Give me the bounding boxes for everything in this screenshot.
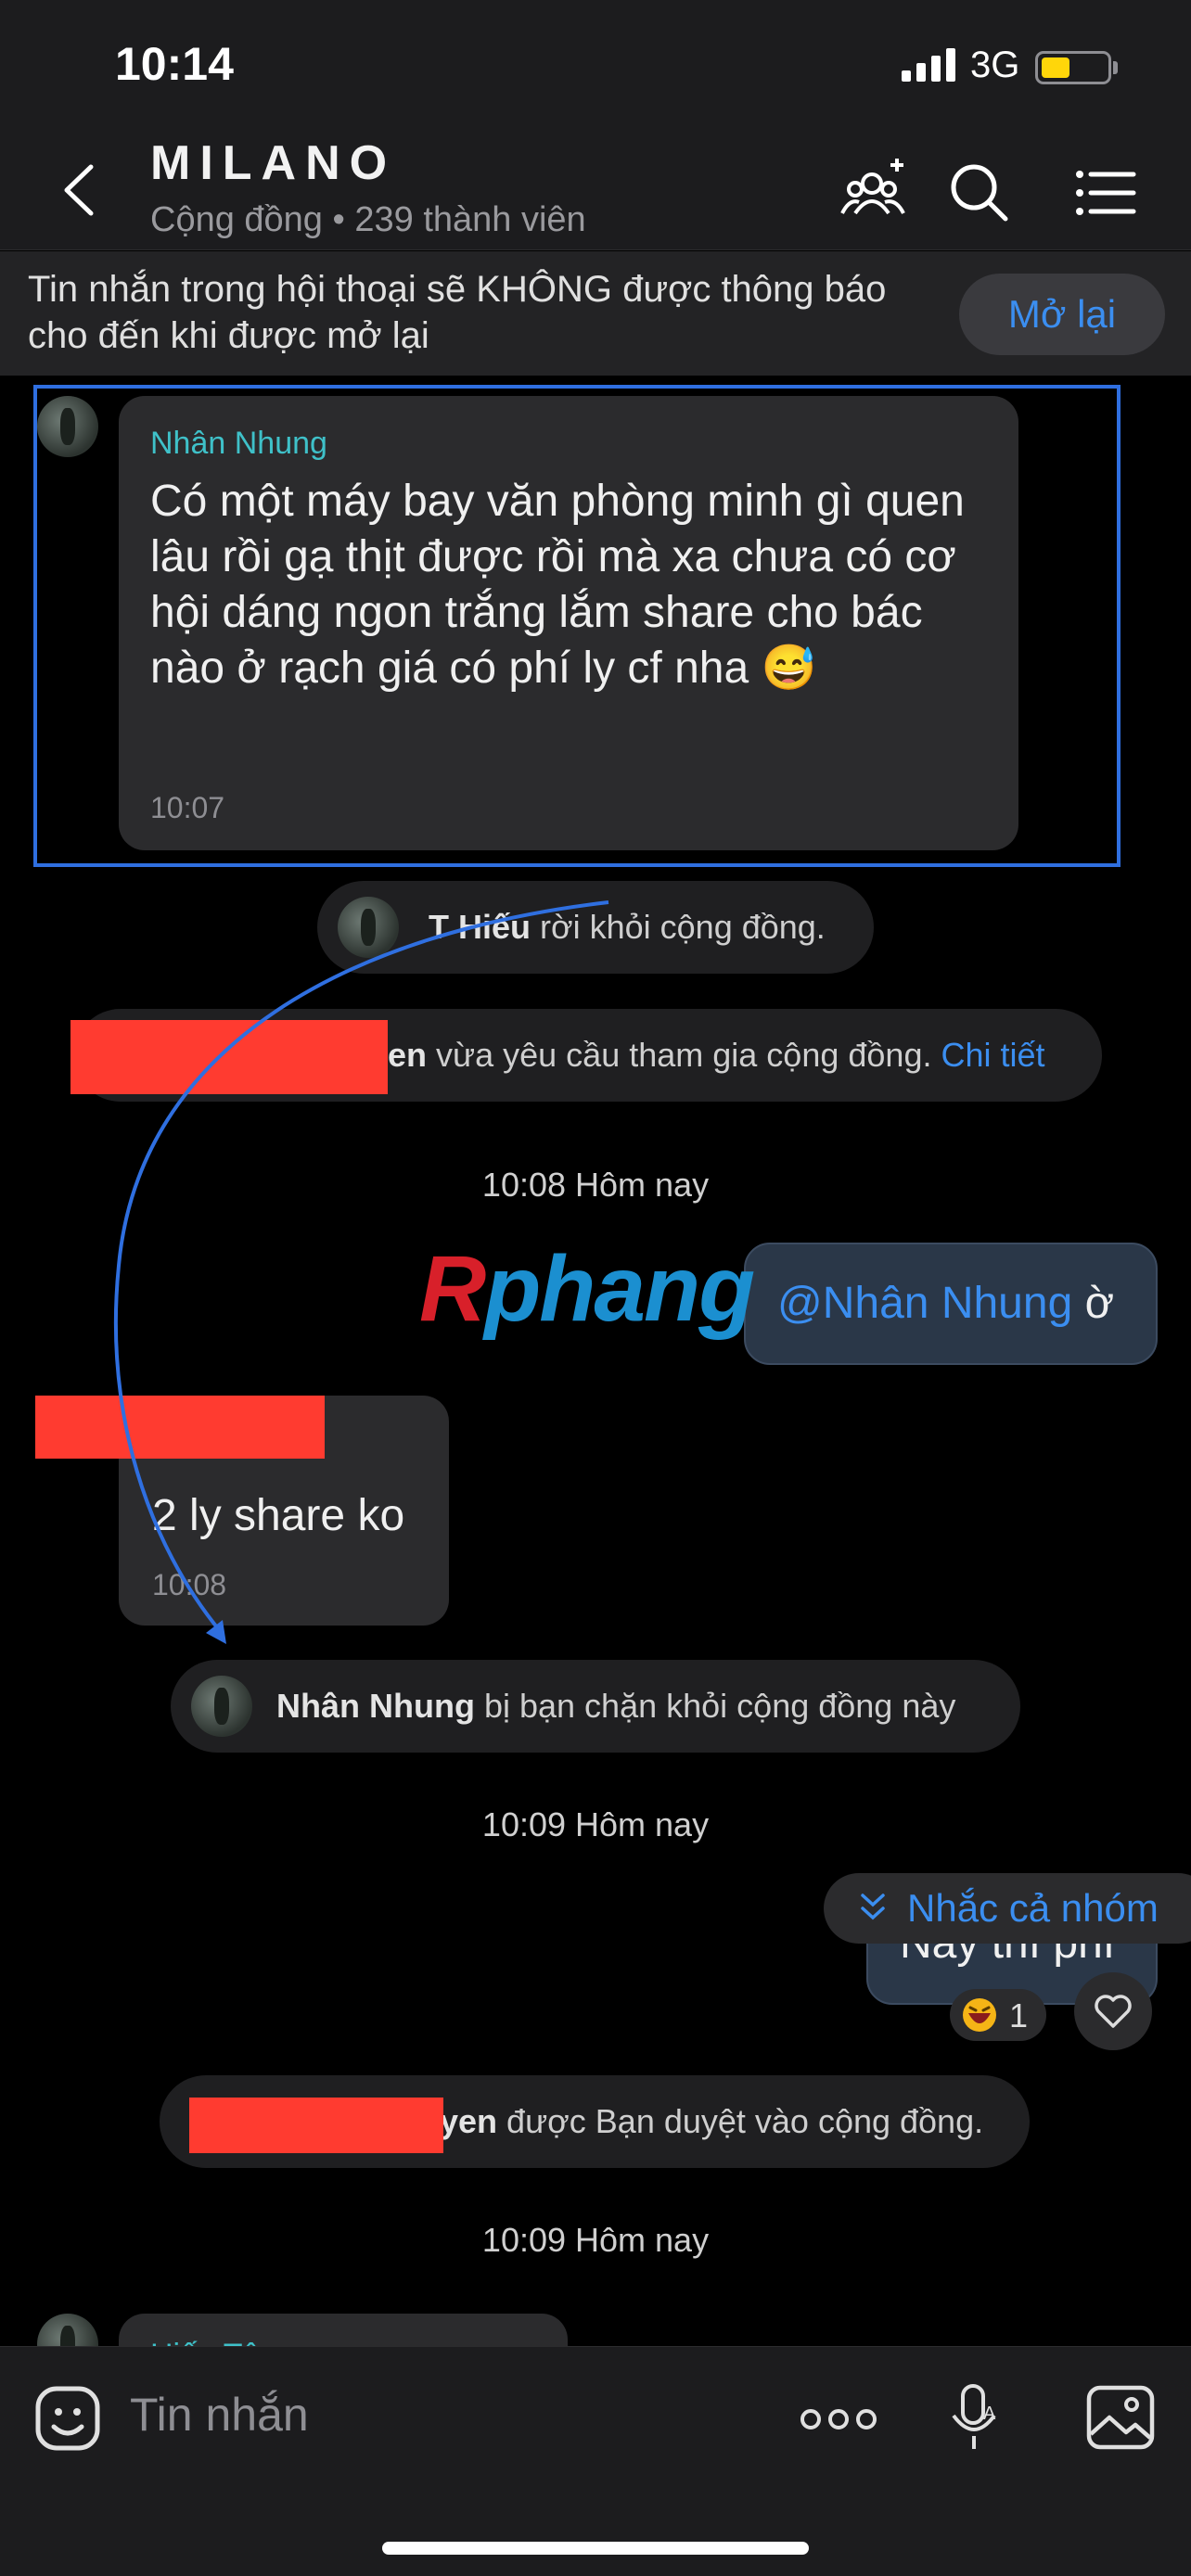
arrow-annotation [113, 900, 609, 1644]
battery-tip [1113, 61, 1118, 74]
message-input[interactable]: Tin nhắn [130, 2388, 309, 2442]
mute-banner-text: Tin nhắn trong hội thoại sẽ KHÔNG được t… [28, 269, 887, 356]
sticker-icon[interactable] [33, 2384, 102, 2453]
more-icon[interactable] [800, 2401, 877, 2438]
battery-icon [1035, 51, 1111, 84]
menu-icon[interactable] [1069, 156, 1143, 230]
search-icon[interactable] [942, 156, 1017, 230]
mute-banner: Tin nhắn trong hội thoại sẽ KHÔNG được t… [0, 251, 1191, 376]
status-time: 10:14 [115, 38, 234, 90]
double-chevron-down-icon [861, 1894, 885, 1920]
message-composer: Tin nhắn A [0, 2346, 1191, 2576]
message-list[interactable]: Nhân Nhung Có một máy bay văn phòng minh… [0, 376, 1191, 2346]
add-member-icon[interactable] [837, 156, 911, 230]
unmute-button[interactable]: Mở lại [959, 274, 1165, 355]
voice-icon[interactable]: A [948, 2382, 1000, 2456]
image-icon[interactable] [1085, 2384, 1156, 2451]
group-title[interactable]: MILANO [150, 135, 396, 191]
remind-all-button[interactable]: Nhắc cả nhóm [824, 1873, 1191, 1944]
home-indicator[interactable] [382, 2542, 809, 2555]
svg-text:A: A [983, 2404, 996, 2424]
chat-header: MILANO Cộng đồng • 239 thành viên [0, 130, 1191, 250]
back-icon[interactable] [52, 158, 108, 223]
status-bar: 10:14 3G [0, 0, 1191, 130]
remind-all-label: Nhắc cả nhóm [907, 1886, 1159, 1930]
group-subtitle[interactable]: Cộng đồng • 239 thành viên [150, 200, 586, 240]
signal-icon [902, 48, 955, 82]
network-type: 3G [970, 45, 1020, 85]
